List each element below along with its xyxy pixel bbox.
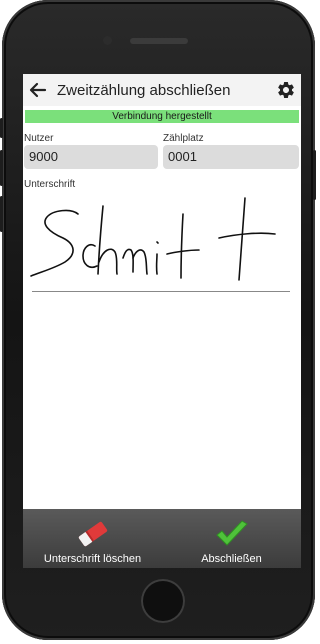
connection-status-banner: Verbindung hergestellt	[25, 110, 299, 123]
clear-signature-button[interactable]: Unterschrift löschen	[23, 509, 162, 568]
volume-up-button	[0, 150, 3, 186]
app-screen: Zweitzählung abschließen Verbindung herg…	[23, 74, 301, 568]
arrow-left-icon	[29, 82, 47, 98]
power-button	[313, 150, 316, 200]
bottom-action-bar: Unterschrift löschen Abschließen	[23, 509, 301, 568]
page-title: Zweitzählung abschließen	[57, 81, 231, 99]
user-label: Nutzer	[24, 133, 54, 144]
user-field[interactable]: 9000	[24, 145, 158, 169]
finish-label: Abschließen	[201, 553, 262, 565]
home-button[interactable]	[141, 579, 185, 623]
app-bar: Zweitzählung abschließen	[23, 74, 301, 106]
gear-icon	[278, 82, 294, 98]
eraser-icon	[78, 521, 107, 547]
front-camera	[103, 36, 112, 45]
counter-label: Zählplatz	[163, 133, 204, 144]
volume-down-button	[0, 196, 3, 232]
finish-button[interactable]: Abschließen	[162, 509, 301, 568]
checkmark-icon	[215, 520, 248, 546]
earpiece-speaker	[130, 38, 188, 44]
mute-switch	[0, 118, 3, 138]
back-button[interactable]	[23, 74, 53, 106]
signature-canvas[interactable]	[23, 192, 301, 302]
phone-frame: Zweitzählung abschließen Verbindung herg…	[0, 0, 316, 640]
clear-signature-label: Unterschrift löschen	[43, 553, 142, 565]
signature-baseline	[32, 291, 290, 292]
settings-button[interactable]	[271, 74, 301, 106]
signature-label: Unterschrift	[24, 179, 76, 190]
counter-field[interactable]: 0001	[163, 145, 299, 169]
